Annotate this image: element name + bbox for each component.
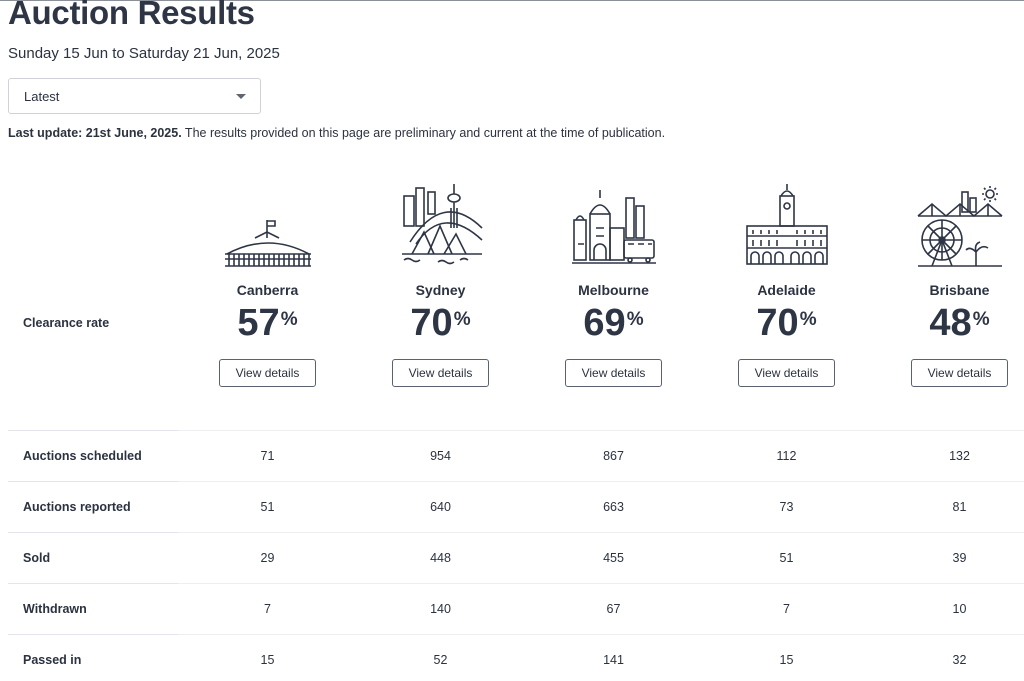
table-cell: 954 [430,449,451,463]
view-details-button[interactable]: View details [392,359,489,387]
table-cell: 39 [952,551,967,565]
row-label: Withdrawn [23,602,87,616]
clearance-rate-value: 69% [583,302,644,344]
clearance-rate-value: 70% [756,302,817,344]
city-name: Melbourne [578,282,649,298]
table-cell: 663 [603,500,624,514]
city-column-adelaide: Adelaide 70% View details [700,176,873,387]
table-cell: 67 [606,602,621,616]
melbourne-flinders-station-icon [570,188,658,268]
table-cell: 32 [952,653,967,667]
clearance-rate-label: Clearance rate [23,316,110,330]
city-column-sydney: Sydney 70% View details [354,176,527,387]
table-cell: 51 [779,551,794,565]
period-select[interactable]: Latest [8,78,261,114]
table-cell: 71 [260,449,275,463]
clearance-rate-value: 57% [237,302,298,344]
row-label: Passed in [23,653,82,667]
city-column-brisbane: Brisbane 48% View details [873,176,1024,387]
city-column-melbourne: Melbourne 69% View details [527,176,700,387]
results-table: Auctions scheduled 71 954 867 112 132 Au… [8,430,1024,681]
table-cell: 73 [779,500,794,514]
clearance-rate-value: 70% [410,302,471,344]
last-update-note: The results provided on this page are pr… [181,126,666,140]
row-label: Auctions scheduled [23,449,142,463]
canberra-parliament-icon [223,218,313,268]
table-cell: 7 [783,602,790,616]
view-details-button[interactable]: View details [219,359,316,387]
table-cell: 867 [603,449,624,463]
page-title: Auction Results [8,0,255,31]
city-column-canberra: Canberra 57% View details [181,176,354,387]
table-cell: 140 [430,602,451,616]
view-details-button[interactable]: View details [911,359,1008,387]
table-row-passed-in: Passed in 15 52 141 15 32 [8,634,1024,681]
table-row-auctions-reported: Auctions reported 51 640 663 73 81 [8,481,1024,532]
table-cell: 81 [952,500,967,514]
row-label: Auctions reported [23,500,131,514]
table-cell: 455 [603,551,624,565]
table-cell: 52 [433,653,448,667]
view-details-button[interactable]: View details [738,359,835,387]
table-row-auctions-scheduled: Auctions scheduled 71 954 867 112 132 [8,430,1024,481]
last-update-text: Last update: 21st June, 2025. The result… [8,126,665,140]
table-cell: 7 [264,602,271,616]
date-range: Sunday 15 Jun to Saturday 21 Jun, 2025 [8,45,280,62]
city-name: Canberra [236,282,299,298]
row-label: Sold [23,551,51,565]
table-cell: 10 [952,602,967,616]
last-update-label: Last update: 21st June, 2025. [8,126,182,140]
table-cell: 141 [603,653,624,667]
table-cell: 640 [430,500,451,514]
city-name: Adelaide [757,282,816,298]
table-cell: 15 [260,653,275,667]
brisbane-story-bridge-icon [916,186,1004,268]
clearance-rate-value: 48% [929,302,990,344]
chevron-down-icon [236,94,246,99]
city-name: Sydney [415,282,466,298]
table-cell: 132 [949,449,970,463]
table-cell: 51 [260,500,275,514]
table-cell: 15 [779,653,794,667]
table-row-sold: Sold 29 448 455 51 39 [8,532,1024,583]
period-select-value: Latest [24,88,60,104]
table-row-withdrawn: Withdrawn 7 140 67 7 10 [8,583,1024,634]
table-cell: 112 [776,449,797,463]
adelaide-town-hall-icon [743,182,831,268]
sydney-opera-house-icon [398,182,484,268]
table-cell: 29 [260,551,275,565]
table-cell: 448 [430,551,451,565]
city-name: Brisbane [929,282,990,298]
view-details-button[interactable]: View details [565,359,662,387]
